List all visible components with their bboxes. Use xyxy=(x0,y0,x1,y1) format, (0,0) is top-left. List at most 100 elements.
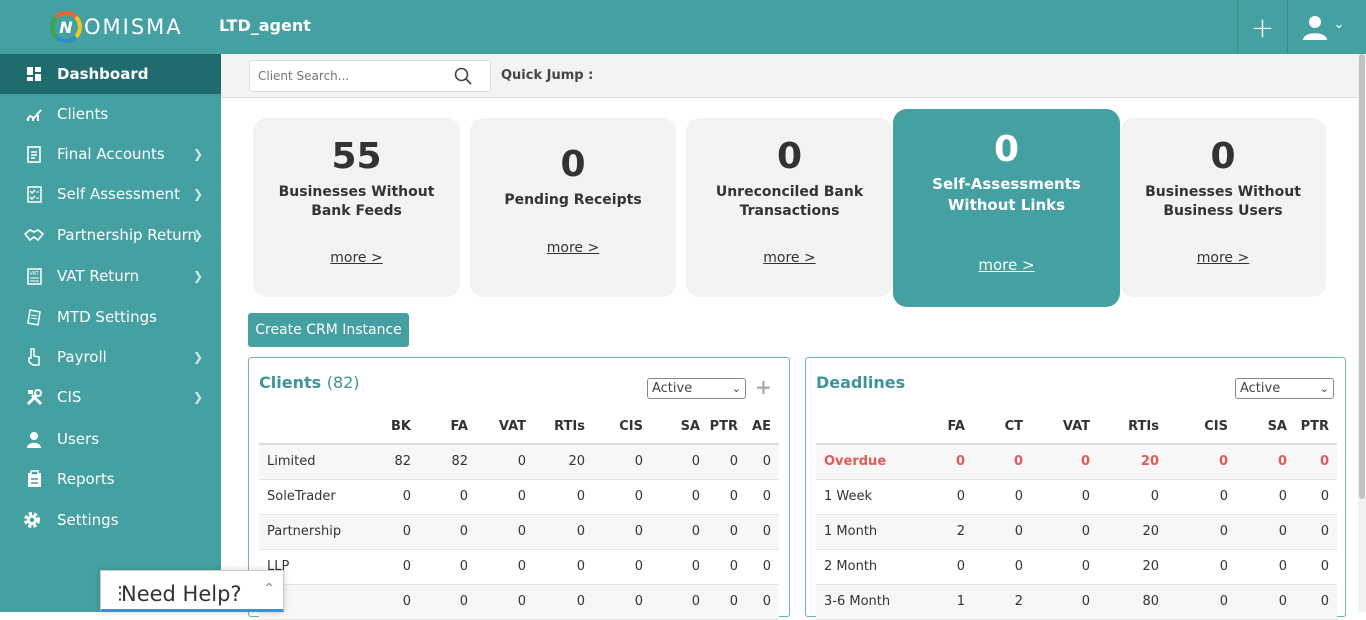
cell[interactable]: 0 xyxy=(353,479,419,515)
table-row[interactable]: Partnership 0 0 0 0 0 0 0 0 xyxy=(259,514,779,550)
cell[interactable]: 82 xyxy=(419,444,476,480)
cell[interactable]: 0 xyxy=(476,514,534,550)
scrollbar-thumb[interactable] xyxy=(1359,54,1365,499)
cell[interactable]: 0 xyxy=(916,549,973,585)
cell[interactable]: 0 xyxy=(1236,514,1295,550)
client-search-input[interactable] xyxy=(258,61,448,91)
cell[interactable]: 0 xyxy=(746,584,779,620)
cell[interactable]: 0 xyxy=(534,549,593,585)
cell[interactable]: 0 xyxy=(1031,514,1098,550)
cell[interactable]: 0 xyxy=(593,444,651,480)
cell[interactable]: 0 xyxy=(1031,479,1098,515)
sidebar-item-self-assessment[interactable]: Self Assessment ❯ xyxy=(0,174,221,214)
add-button[interactable]: + xyxy=(1237,0,1287,54)
cell[interactable]: 0 xyxy=(534,514,593,550)
cell[interactable]: 20 xyxy=(1098,549,1167,585)
clients-status-select[interactable]: Active ⌄ xyxy=(647,378,746,399)
cell[interactable]: 0 xyxy=(1031,549,1098,585)
cell[interactable]: 0 xyxy=(593,479,651,515)
cell[interactable]: 0 xyxy=(973,514,1031,550)
cell[interactable]: 0 xyxy=(593,514,651,550)
cell[interactable]: 0 xyxy=(534,479,593,515)
cell[interactable]: 0 xyxy=(1031,584,1098,620)
cell[interactable]: 0 xyxy=(973,479,1031,515)
chevron-up-icon[interactable]: ⌃ xyxy=(263,581,275,597)
table-row[interactable]: 2 Month 0 0 0 20 0 0 0 xyxy=(816,549,1337,585)
cell[interactable]: 0 xyxy=(353,584,419,620)
sidebar-item-users[interactable]: Users xyxy=(0,419,221,459)
deadlines-status-select[interactable]: Active ⌄ xyxy=(1235,378,1334,399)
sidebar-item-payroll[interactable]: Payroll ❯ xyxy=(0,337,221,377)
cell[interactable]: 0 xyxy=(1167,444,1236,480)
cell[interactable]: 20 xyxy=(1098,444,1167,480)
cell[interactable]: 0 xyxy=(746,479,779,515)
cell[interactable]: 0 xyxy=(534,584,593,620)
cell[interactable]: 0 xyxy=(1167,584,1236,620)
cell[interactable]: 0 xyxy=(476,584,534,620)
cell[interactable]: 0 xyxy=(593,549,651,585)
cell[interactable]: 0 xyxy=(708,479,746,515)
cell[interactable]: 0 xyxy=(1167,549,1236,585)
cell[interactable]: 0 xyxy=(651,479,708,515)
sidebar-item-cis[interactable]: CIS ❯ xyxy=(0,377,221,417)
cell[interactable]: 20 xyxy=(534,444,593,480)
cell[interactable]: 0 xyxy=(746,444,779,480)
page-scrollbar[interactable] xyxy=(1358,54,1366,612)
cell[interactable]: 0 xyxy=(651,549,708,585)
cell[interactable]: 0 xyxy=(651,514,708,550)
table-row[interactable]: Overdue 0 0 0 20 0 0 0 xyxy=(816,444,1337,480)
user-menu-button[interactable]: ⌄ xyxy=(1287,0,1358,54)
cell[interactable]: 82 xyxy=(353,444,419,480)
table-row[interactable]: 00000000 xyxy=(259,584,779,620)
search-icon[interactable] xyxy=(454,67,472,89)
sidebar-item-vat-return[interactable]: VAT VAT Return ❯ xyxy=(0,256,221,296)
cell[interactable]: 0 xyxy=(419,584,476,620)
table-row[interactable]: LLP 0 0 0 0 0 0 0 0 xyxy=(259,549,779,585)
table-row[interactable]: 1 Month 2 0 0 20 0 0 0 xyxy=(816,514,1337,550)
table-row[interactable]: SoleTrader 0 0 0 0 0 0 0 0 xyxy=(259,479,779,515)
cell[interactable]: 0 xyxy=(1295,514,1337,550)
cell[interactable]: 0 xyxy=(973,444,1031,480)
more-link[interactable]: more > xyxy=(470,240,676,256)
cell[interactable]: 0 xyxy=(1236,549,1295,585)
cell[interactable]: 0 xyxy=(476,444,534,480)
cell[interactable]: 0 xyxy=(1236,444,1295,480)
cell[interactable]: 0 xyxy=(708,549,746,585)
cell[interactable]: 0 xyxy=(708,444,746,480)
cell[interactable]: 0 xyxy=(419,479,476,515)
sidebar-item-dashboard[interactable]: Dashboard xyxy=(0,54,221,94)
cell[interactable]: 0 xyxy=(1236,479,1295,515)
cell[interactable]: 0 xyxy=(1098,479,1167,515)
sidebar-item-partnership-return[interactable]: Partnership Return ❯ xyxy=(0,215,221,255)
cell[interactable]: 0 xyxy=(708,584,746,620)
cell[interactable]: 0 xyxy=(651,584,708,620)
create-crm-instance-button[interactable]: Create CRM Instance xyxy=(248,313,409,347)
more-link[interactable]: more > xyxy=(893,256,1120,274)
cell[interactable]: 0 xyxy=(651,444,708,480)
nomisma-logo[interactable]: N OMISMA xyxy=(50,10,183,44)
cell[interactable]: 2 xyxy=(916,514,973,550)
cell[interactable]: 0 xyxy=(419,514,476,550)
table-row[interactable]: 1 Week 0 0 0 0 0 0 0 xyxy=(816,479,1337,515)
cell[interactable]: 0 xyxy=(916,444,973,480)
cell[interactable]: 0 xyxy=(1295,549,1337,585)
cell[interactable]: 0 xyxy=(593,584,651,620)
cell[interactable]: 0 xyxy=(973,549,1031,585)
cell[interactable]: 2 xyxy=(973,584,1031,620)
cell[interactable]: 0 xyxy=(1295,584,1337,620)
cell[interactable]: 0 xyxy=(353,514,419,550)
cell[interactable]: 0 xyxy=(746,514,779,550)
sidebar-item-reports[interactable]: Reports xyxy=(0,459,221,499)
cell[interactable]: 0 xyxy=(476,479,534,515)
cell[interactable]: 0 xyxy=(1295,479,1337,515)
need-help-widget[interactable]: ⋮ Need Help? ⌃ xyxy=(100,570,284,612)
sidebar-item-final-accounts[interactable]: Final Accounts ❯ xyxy=(0,134,221,174)
cell[interactable]: 0 xyxy=(1295,444,1337,480)
cell[interactable]: 0 xyxy=(476,549,534,585)
cell[interactable]: 0 xyxy=(419,549,476,585)
cell[interactable]: 0 xyxy=(746,549,779,585)
more-link[interactable]: more > xyxy=(686,250,893,266)
table-row[interactable]: 3-6 Month 1 2 0 80 0 0 0 xyxy=(816,584,1337,620)
more-link[interactable]: more > xyxy=(253,250,460,266)
add-client-icon[interactable]: + xyxy=(755,375,772,399)
